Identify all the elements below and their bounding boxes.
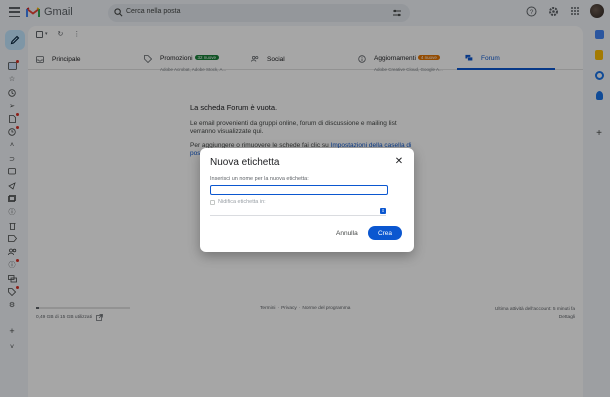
label-name-input[interactable]	[210, 185, 388, 195]
nest-label-option[interactable]: Nidifica etichetta in:	[210, 199, 266, 205]
nest-checkbox[interactable]	[210, 199, 215, 205]
close-icon[interactable]: ✕	[394, 157, 404, 167]
new-label-dialog: Nuova etichetta ✕ Inserisci un nome per …	[200, 148, 414, 252]
cancel-button[interactable]: Annulla	[332, 228, 362, 239]
parent-label-select[interactable]: ⇕	[210, 208, 386, 216]
create-button[interactable]: Crea	[368, 226, 402, 240]
nest-label-text: Nidifica etichetta in:	[218, 199, 266, 205]
dropdown-arrow-icon[interactable]: ⇕	[380, 208, 386, 214]
dialog-title: Nuova etichetta	[210, 157, 280, 168]
label-name-prompt: Inserisci un nome per la nuova etichetta…	[210, 176, 309, 182]
